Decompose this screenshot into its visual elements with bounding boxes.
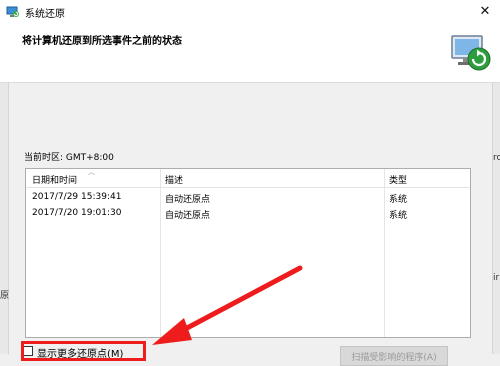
annotation-arrow-icon xyxy=(152,265,303,345)
annotation-highlight-box xyxy=(21,341,146,361)
system-restore-dialog: 系统还原 ✕ 将计算机还原到所选事件之前的状态 原 ro ir 当前时区: GM… xyxy=(0,0,500,366)
